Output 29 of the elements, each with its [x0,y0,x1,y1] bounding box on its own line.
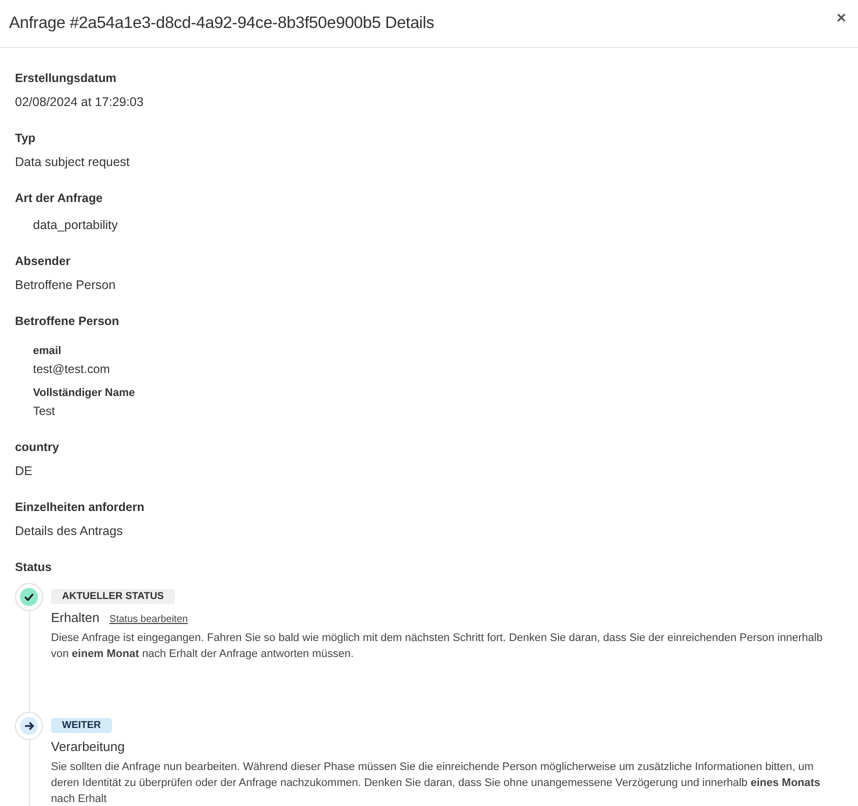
field-value: test@test.com [33,361,111,377]
field-value: 02/08/2024 at 17:29:03 [15,94,145,110]
status-label: Status [15,559,53,575]
field-value: Betroffene Person [15,277,117,293]
field-value: Test [33,403,56,419]
field-label: Typ [15,130,36,146]
status-badge: WEITER [51,718,112,733]
step-description: Sie sollten die Anfrage nun bearbeiten. Während dieser Phase müssen Sie die einreichende Person möglicherweise um zusätzliche Informationen bitten, um deren Identität zu überprüfen oder der Anfrage nachzukommen. Denken Sie daran, dass Sie ohne unangemessene Verzögerung und innerhalb eines Monats nach Erhalt [51,760,822,806]
edit-status-link[interactable]: Status bearbeiten [109,614,188,625]
status-badge: AKTUELLER STATUS [51,589,175,604]
field-label: Betroffene Person [15,313,120,329]
field-label: Absender [15,253,72,269]
field-value: data_portability [32,217,119,233]
close-button[interactable]: × [834,10,848,28]
field-label: email [33,344,62,359]
field-label: country [15,439,60,455]
step-title: Verarbeitung [51,739,125,754]
arrow-right-icon [24,721,34,731]
field-label: Einzelheiten anfordern [15,499,146,515]
field-label: Erstellungsdatum [15,70,118,86]
step-title: Erhalten [51,610,100,625]
field-value: DE [15,463,34,479]
check-icon [24,593,34,601]
field-value: Details des Antrags [15,523,124,539]
field-value: Data subject request [15,154,131,170]
step-description: Diese Anfrage ist eingegangen. Fahren Sie so bald wie möglich mit dem nächsten Schritt fort. Denken Sie daran, dass Sie der einreichenden Person innerhalb von einem Monat nach Erhalt der Anfrage antworten müssen. [51,631,824,662]
field-label: Vollständiger Name [33,386,136,401]
dialog-title: Anfrage #2a54a1e3-d8cd-4a92-94ce-8b3f50e900b5 Details [9,14,434,33]
field-label: Art der Anfrage [15,190,104,206]
